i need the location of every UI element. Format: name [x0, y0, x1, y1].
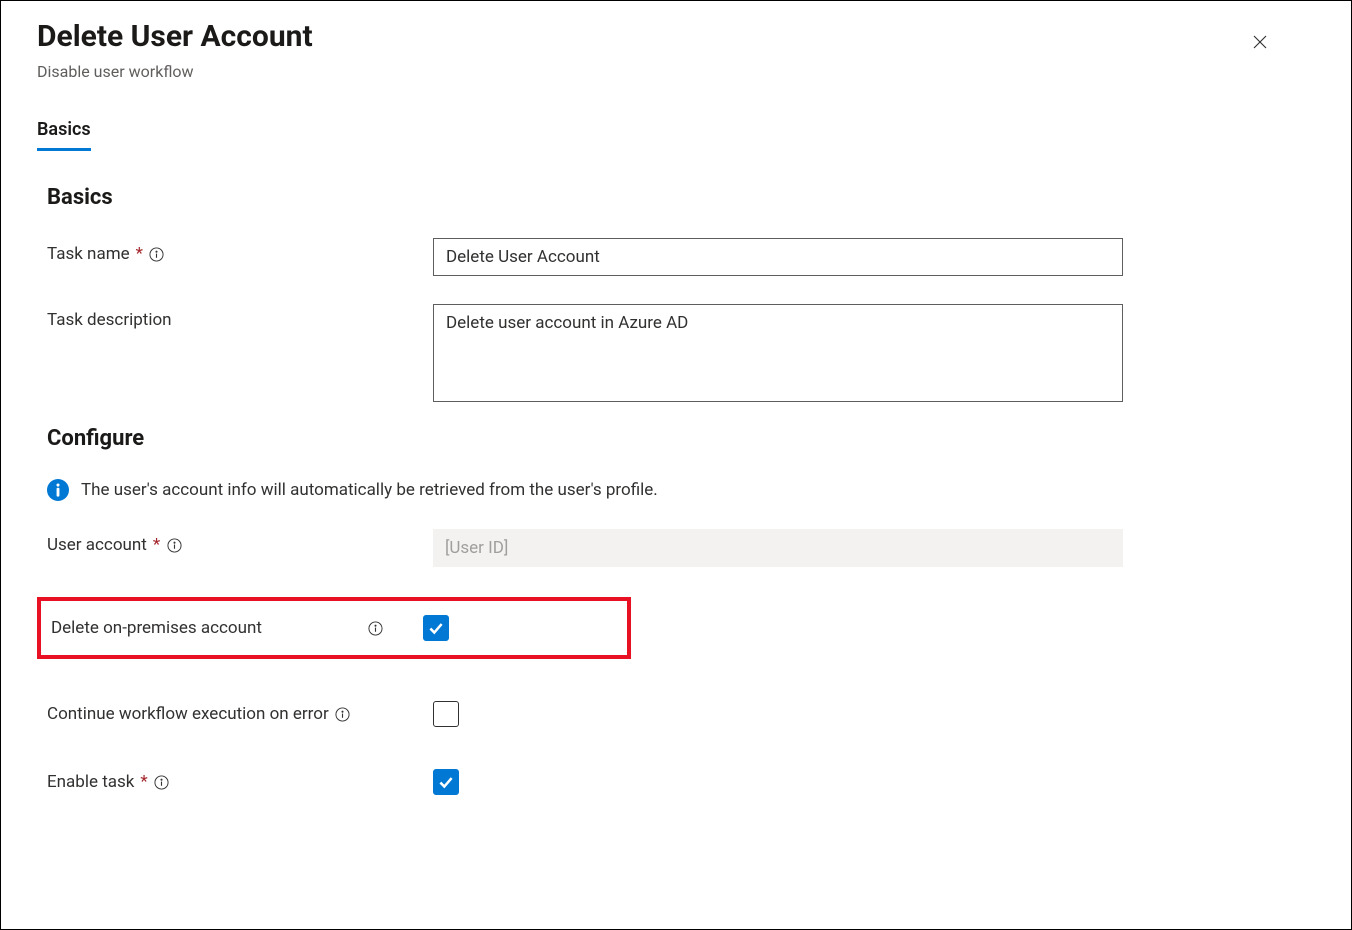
delete-onprem-label: Delete on-premises account: [51, 618, 262, 638]
info-icon[interactable]: [166, 537, 182, 553]
info-icon[interactable]: [149, 246, 165, 262]
info-icon[interactable]: [154, 774, 170, 790]
close-icon: [1251, 39, 1269, 54]
user-account-field: [User ID]: [433, 529, 1123, 567]
highlight-delete-onprem: Delete on-premises account: [37, 597, 631, 659]
enable-task-checkbox[interactable]: [433, 769, 459, 795]
tabs-bar: Basics: [37, 119, 1315, 151]
continue-on-error-label: Continue workflow execution on error: [47, 704, 329, 724]
task-name-label: Task name *: [47, 238, 433, 264]
page-subtitle: Disable user workflow: [37, 62, 313, 81]
info-icon[interactable]: [335, 706, 351, 722]
enable-task-label: Enable task: [47, 772, 134, 792]
required-asterisk: *: [140, 772, 147, 792]
task-name-input[interactable]: [433, 238, 1123, 276]
info-icon[interactable]: [367, 620, 383, 636]
section-title-configure: Configure: [47, 426, 1315, 451]
page-title: Delete User Account: [37, 19, 313, 54]
close-button[interactable]: [1245, 27, 1275, 60]
delete-onprem-checkbox[interactable]: [423, 615, 449, 641]
info-banner-text: The user's account info will automatical…: [81, 480, 658, 500]
task-description-input[interactable]: [433, 304, 1123, 402]
user-account-label: User account *: [47, 529, 433, 555]
continue-on-error-checkbox[interactable]: [433, 701, 459, 727]
info-banner-icon: [47, 479, 69, 501]
task-name-label-text: Task name: [47, 244, 130, 264]
user-account-label-text: User account: [47, 535, 147, 555]
tab-basics[interactable]: Basics: [37, 119, 91, 151]
required-asterisk: *: [153, 535, 160, 555]
task-description-label: Task description: [47, 304, 433, 330]
section-title-basics: Basics: [47, 185, 1315, 210]
required-asterisk: *: [136, 244, 143, 264]
